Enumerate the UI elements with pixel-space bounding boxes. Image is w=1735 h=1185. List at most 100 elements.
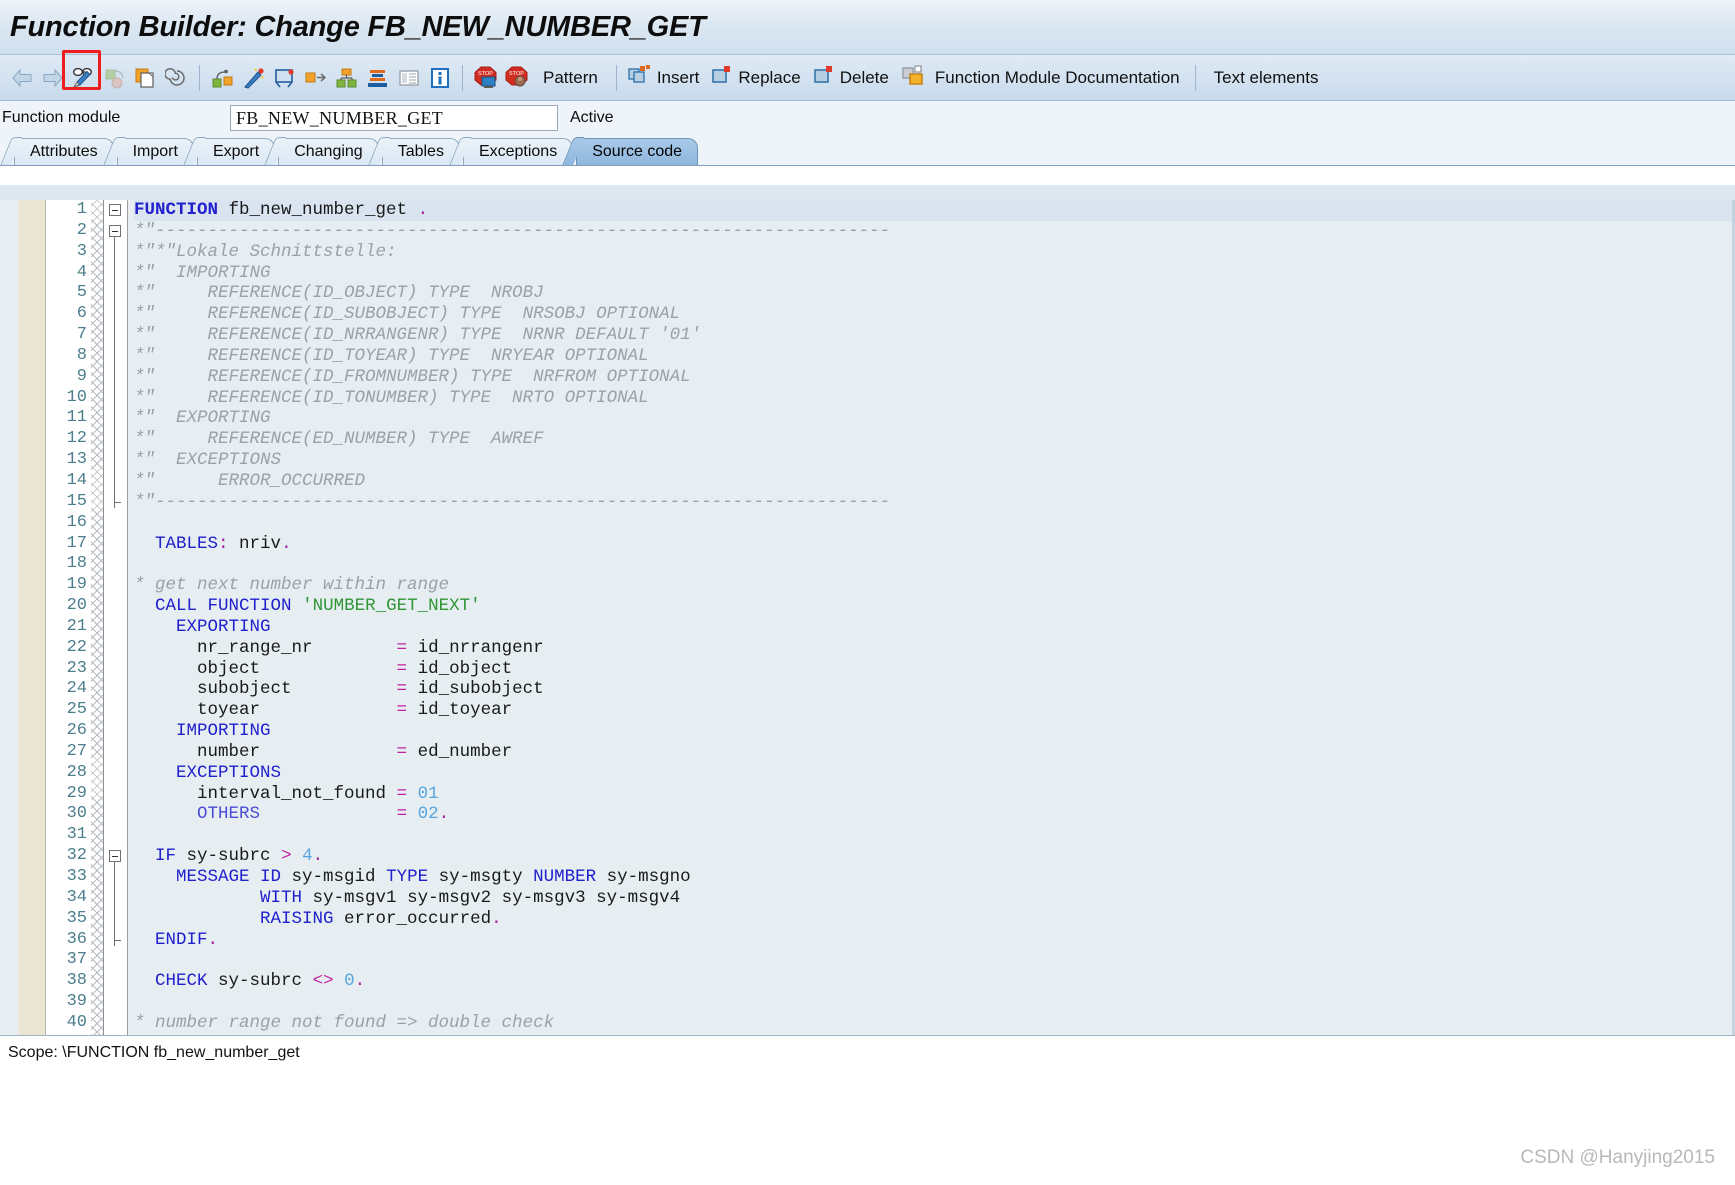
- code-line[interactable]: IMPORTING: [134, 721, 1735, 742]
- navigate-icon[interactable]: [300, 61, 331, 95]
- code-line[interactable]: [134, 992, 1735, 1013]
- code-line[interactable]: [134, 950, 1735, 971]
- pretty-printer-wand-icon[interactable]: [238, 61, 269, 95]
- layers-icon[interactable]: [362, 61, 393, 95]
- code-line[interactable]: CHECK sy-subrc <> 0.: [134, 971, 1735, 992]
- line-number: 7: [76, 325, 87, 345]
- line-number: 25: [66, 700, 87, 720]
- code-line[interactable]: *"*"Lokale Schnittstelle:: [134, 242, 1735, 263]
- code-token: =: [396, 637, 408, 658]
- code-line[interactable]: EXCEPTIONS: [134, 763, 1735, 784]
- code-line[interactable]: [134, 825, 1735, 846]
- code-line[interactable]: *" REFERENCE(ID_TOYEAR) TYPE NRYEAR OPTI…: [134, 346, 1735, 367]
- insert-button[interactable]: Insert: [624, 64, 708, 91]
- text-elements-button[interactable]: Text elements: [1203, 61, 1330, 95]
- code-token: EXPORTING: [176, 616, 271, 637]
- tab-source-code[interactable]: Source code: [576, 138, 699, 165]
- code-line[interactable]: * number range not found => double check: [134, 1013, 1735, 1034]
- code-line[interactable]: *" REFERENCE(ID_OBJECT) TYPE NROBJ: [134, 283, 1735, 304]
- window-title-bar: Function Builder: Change FB_NEW_NUMBER_G…: [0, 0, 1735, 55]
- page-title: Function Builder: Change FB_NEW_NUMBER_G…: [10, 10, 706, 43]
- code-line[interactable]: *" REFERENCE(ED_NUMBER) TYPE AWREF: [134, 429, 1735, 450]
- code-line[interactable]: nr_range_nr = id_nrrangenr: [134, 638, 1735, 659]
- code-line[interactable]: subobject = id_subobject: [134, 679, 1735, 700]
- code-line[interactable]: ENDIF.: [134, 930, 1735, 951]
- code-token: sy-msgno: [596, 867, 691, 887]
- fold-toggle[interactable]: [109, 224, 121, 237]
- list-icon[interactable]: [393, 61, 424, 95]
- code-token: 0: [344, 971, 355, 992]
- line-number: 27: [66, 741, 87, 761]
- line-number: 29: [66, 783, 87, 803]
- code-line[interactable]: *" ERROR_OCCURRED: [134, 471, 1735, 492]
- pattern-button[interactable]: Pattern: [532, 61, 609, 95]
- tab-attributes[interactable]: Attributes: [14, 138, 114, 165]
- code-line[interactable]: [134, 554, 1735, 575]
- code-line[interactable]: EXPORTING: [134, 617, 1735, 638]
- code-line[interactable]: CALL FUNCTION 'NUMBER_GET_NEXT': [134, 596, 1735, 617]
- back-arrow-icon[interactable]: [6, 61, 37, 95]
- hierarchy-icon[interactable]: [331, 61, 362, 95]
- code-line[interactable]: *" REFERENCE(ID_FROMNUMBER) TYPE NRFROM …: [134, 367, 1735, 388]
- code-line[interactable]: number = ed_number: [134, 742, 1735, 763]
- spiral-icon[interactable]: [161, 61, 192, 95]
- code-token: 'NUMBER_GET_NEXT': [302, 596, 481, 617]
- code-line[interactable]: TABLES: nriv.: [134, 534, 1735, 555]
- copy-icon[interactable]: [130, 61, 161, 95]
- code-token: .: [207, 929, 219, 950]
- code-line[interactable]: WITH sy-msgv1 sy-msgv2 sy-msgv3 sy-msgv4: [134, 888, 1735, 909]
- code-line[interactable]: *" IMPORTING: [134, 263, 1735, 284]
- forward-arrow-icon[interactable]: [37, 61, 68, 95]
- delete-button[interactable]: Delete: [809, 64, 897, 91]
- code-line[interactable]: object = id_object: [134, 659, 1735, 680]
- code-line[interactable]: RAISING error_occurred.: [134, 909, 1735, 930]
- code-line[interactable]: *" REFERENCE(ID_TONUMBER) TYPE NRTO OPTI…: [134, 388, 1735, 409]
- code-line[interactable]: toyear = id_toyear: [134, 700, 1735, 721]
- editor-code-area[interactable]: FUNCTION fb_new_number_get . *"----------…: [128, 200, 1735, 1035]
- code-line[interactable]: *" EXPORTING: [134, 408, 1735, 429]
- code-token: object: [134, 658, 397, 679]
- code-line[interactable]: *" REFERENCE(ID_NRRANGENR) TYPE NRNR DEF…: [134, 325, 1735, 346]
- code-line[interactable]: FUNCTION fb_new_number_get .: [134, 200, 1735, 221]
- tab-export[interactable]: Export: [196, 138, 276, 165]
- code-line[interactable]: interval_not_found = 01: [134, 784, 1735, 805]
- line-number: 16: [66, 512, 87, 532]
- source-code-editor[interactable]: 1 2 3 4 5 6 7 8 9 10 11 12 13 14 15 16 17 18 19 20 21 22 23 24 2…: [0, 185, 1735, 1035]
- code-line[interactable]: * get next number within range: [134, 575, 1735, 596]
- insert-label: Insert: [656, 67, 700, 87]
- breakpoint-stop-screen-icon[interactable]: STOP: [470, 61, 501, 95]
- documentation-icon: [901, 64, 927, 91]
- tab-import[interactable]: Import: [116, 138, 194, 165]
- code-line[interactable]: IF sy-subrc > 4.: [134, 846, 1735, 867]
- replace-button[interactable]: Replace: [707, 64, 808, 91]
- code-line[interactable]: *" EXCEPTIONS: [134, 450, 1735, 471]
- editor-fold-gutter[interactable]: [104, 200, 128, 1035]
- code-line[interactable]: OTHERS = 02.: [134, 804, 1735, 825]
- code-token: fb_new_number_get: [218, 200, 418, 220]
- display-change-icon[interactable]: [68, 61, 99, 95]
- activate-icon[interactable]: [207, 61, 238, 95]
- code-line[interactable]: [134, 513, 1735, 534]
- info-icon[interactable]: [424, 61, 455, 95]
- code-line[interactable]: *" REFERENCE(ID_SUBOBJECT) TYPE NRSOBJ O…: [134, 304, 1735, 325]
- tab-exceptions[interactable]: Exceptions: [462, 138, 574, 165]
- fold-toggle[interactable]: [109, 850, 121, 863]
- code-token: 01: [417, 783, 439, 804]
- code-line[interactable]: *"--------------------------------------…: [134, 492, 1735, 513]
- fold-toggle[interactable]: [109, 204, 121, 216]
- code-line[interactable]: *"--------------------------------------…: [134, 221, 1735, 242]
- check-icon[interactable]: [99, 61, 130, 95]
- editor-bookmark-gutter[interactable]: [18, 200, 46, 1035]
- function-module-documentation-button[interactable]: Function Module Documentation: [897, 64, 1188, 91]
- watchpoint-stop-user-icon[interactable]: STOP: [501, 61, 532, 95]
- object-list-icon[interactable]: [269, 61, 300, 95]
- tab-tables[interactable]: Tables: [381, 138, 460, 165]
- function-module-input[interactable]: FB_NEW_NUMBER_GET: [230, 105, 558, 131]
- toolbar-separator: [615, 64, 617, 91]
- code-line[interactable]: MESSAGE ID sy-msgid TYPE sy-msgty NUMBER…: [134, 867, 1735, 888]
- tab-changing[interactable]: Changing: [278, 138, 379, 165]
- code-token: *" REFERENCE(ID_FROMNUMBER) TYPE NRFROM …: [134, 366, 691, 387]
